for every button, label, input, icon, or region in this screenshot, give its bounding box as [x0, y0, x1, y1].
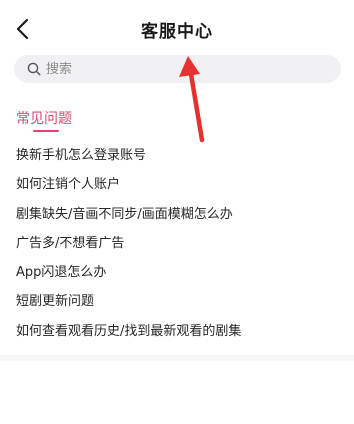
section-title-underline	[33, 130, 59, 132]
search-bar[interactable]	[14, 55, 341, 83]
faq-item-watch-history[interactable]: 如何查看观看历史/找到最新观看的剧集	[16, 322, 346, 351]
section-divider	[0, 355, 354, 361]
faq-section-title: 常见问题	[16, 111, 72, 127]
faq-item-too-many-ads[interactable]: 广告多/不想看广告	[16, 234, 346, 263]
search-input[interactable]	[46, 55, 341, 83]
faq-item-new-phone-login[interactable]: 换新手机怎么登录账号	[16, 146, 346, 175]
faq-list: 换新手机怎么登录账号 如何注销个人账户 剧集缺失/音画不同步/画面模糊怎么办 广…	[16, 146, 346, 351]
faq-item-update-issues[interactable]: 短剧更新问题	[16, 292, 346, 321]
faq-item-app-crash[interactable]: App闪退怎么办	[16, 263, 346, 292]
page-title: 客服中心	[141, 22, 213, 42]
header-bar: 客服中心	[0, 0, 354, 56]
faq-item-cancel-account[interactable]: 如何注销个人账户	[16, 175, 346, 204]
faq-item-playback-issues[interactable]: 剧集缺失/音画不同步/画面模糊怎么办	[16, 205, 346, 234]
search-icon	[27, 62, 41, 76]
